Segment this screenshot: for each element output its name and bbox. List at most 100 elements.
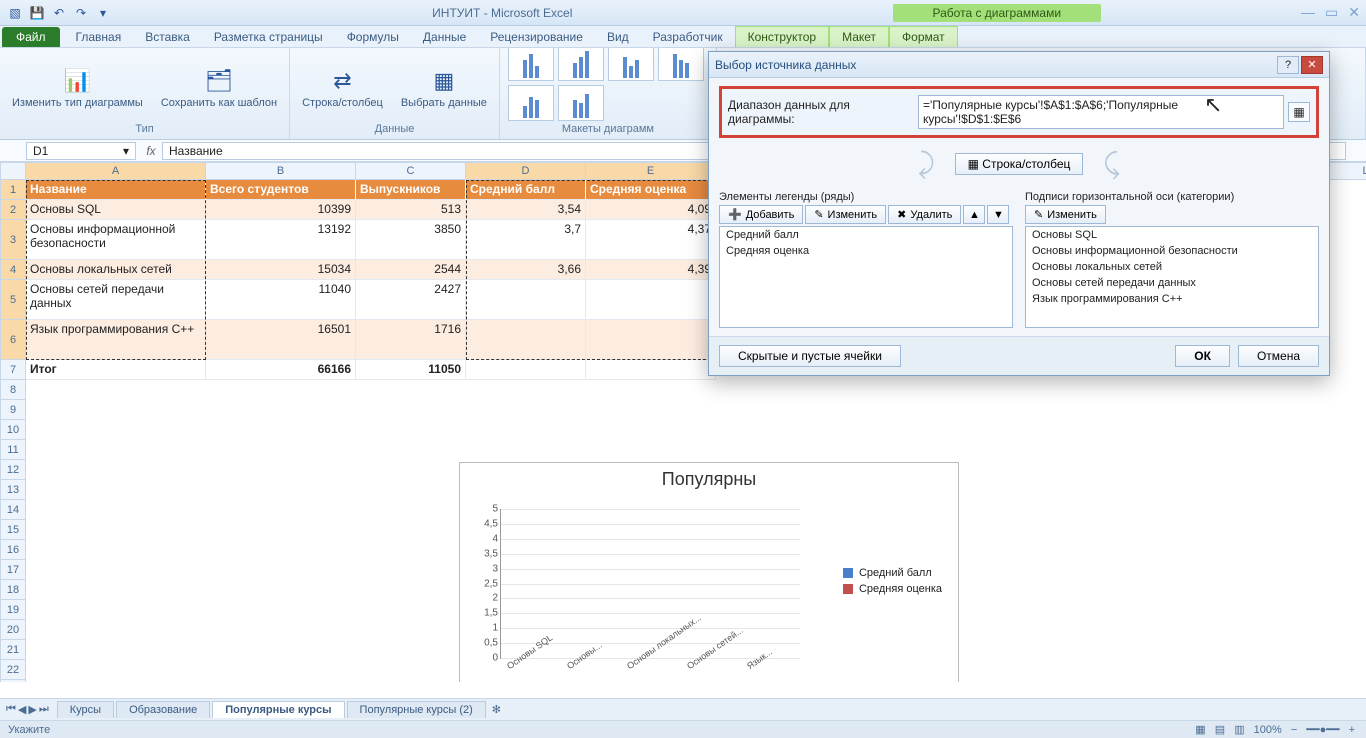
row-header[interactable]: 1 xyxy=(0,180,26,200)
select-data-button[interactable]: ▦Выбрать данные xyxy=(397,63,491,111)
layout-thumb[interactable] xyxy=(508,48,554,81)
close-icon[interactable]: ✕ xyxy=(1348,4,1360,21)
zoom-slider[interactable]: ━━●━━ xyxy=(1306,724,1339,736)
layout-thumb[interactable] xyxy=(658,48,704,81)
column-header[interactable]: C xyxy=(356,162,466,180)
list-item[interactable]: Средний балл xyxy=(720,227,1012,243)
next-sheet-icon[interactable]: ▶ xyxy=(28,703,36,716)
zoom-out-icon[interactable]: − xyxy=(1291,724,1297,736)
column-header[interactable]: B xyxy=(206,162,356,180)
table-cell[interactable]: 66166 xyxy=(206,360,356,380)
fx-icon[interactable]: fx xyxy=(140,144,162,158)
tab-design[interactable]: Конструктор xyxy=(735,26,829,47)
row-header[interactable]: 23 xyxy=(0,680,26,682)
table-cell[interactable]: 15034 xyxy=(206,260,356,280)
legend-entries-list[interactable]: Средний баллСредняя оценка xyxy=(719,226,1013,328)
table-header-cell[interactable]: Всего студентов xyxy=(206,180,356,200)
table-cell[interactable]: 13192 xyxy=(206,220,356,260)
row-header[interactable]: 5 xyxy=(0,280,26,320)
dialog-help-icon[interactable]: ? xyxy=(1277,56,1299,74)
tab-format[interactable]: Формат xyxy=(889,26,958,47)
select-all-corner[interactable] xyxy=(0,162,26,180)
row-header[interactable]: 9 xyxy=(0,400,26,420)
tab-view[interactable]: Вид xyxy=(595,27,641,47)
change-chart-type-button[interactable]: 📊Изменить тип диаграммы xyxy=(8,63,147,111)
row-header[interactable]: 17 xyxy=(0,560,26,580)
sheet-tab[interactable]: Образование xyxy=(116,701,210,718)
row-header[interactable]: 8 xyxy=(0,380,26,400)
normal-view-icon[interactable]: ▦ xyxy=(1195,724,1205,736)
column-header[interactable]: D xyxy=(466,162,586,180)
table-header-cell[interactable]: Выпускников xyxy=(356,180,466,200)
chart-layout-gallery[interactable] xyxy=(508,48,708,121)
table-cell[interactable]: Итог xyxy=(26,360,206,380)
tab-home[interactable]: Главная xyxy=(64,27,134,47)
hidden-empty-cells-button[interactable]: Скрытые и пустые ячейки xyxy=(719,345,901,367)
undo-icon[interactable]: ↶ xyxy=(50,4,68,22)
edit-series-button[interactable]: ✎Изменить xyxy=(805,205,886,224)
tab-insert[interactable]: Вставка xyxy=(133,27,202,47)
last-sheet-icon[interactable]: ⏭ xyxy=(39,703,49,716)
list-item[interactable]: Основы локальных сетей xyxy=(1026,259,1318,275)
qat-dropdown-icon[interactable]: ▾ xyxy=(94,4,112,22)
layout-thumb[interactable] xyxy=(558,48,604,81)
save-template-button[interactable]: 🗂Сохранить как шаблон xyxy=(157,63,281,111)
table-cell[interactable]: 2544 xyxy=(356,260,466,280)
table-cell[interactable]: 513 xyxy=(356,200,466,220)
row-header[interactable]: 15 xyxy=(0,520,26,540)
tab-developer[interactable]: Разработчик xyxy=(641,27,735,47)
row-header[interactable]: 7 xyxy=(0,360,26,380)
zoom-in-icon[interactable]: + xyxy=(1349,724,1355,736)
range-picker-icon[interactable]: ▦ xyxy=(1288,102,1310,122)
tab-page-layout[interactable]: Разметка страницы xyxy=(202,27,335,47)
table-cell[interactable]: 11040 xyxy=(206,280,356,320)
list-item[interactable]: Средняя оценка xyxy=(720,243,1012,259)
table-cell[interactable]: 10399 xyxy=(206,200,356,220)
dropdown-icon[interactable]: ▾ xyxy=(123,144,129,158)
sheet-nav[interactable]: ⏮◀▶⏭ xyxy=(0,703,55,716)
new-sheet-icon[interactable]: ✻ xyxy=(492,703,501,716)
add-series-button[interactable]: ➕Добавить xyxy=(719,205,803,224)
switch-row-column-button[interactable]: ⇄Строка/столбец xyxy=(298,63,387,111)
row-header[interactable]: 18 xyxy=(0,580,26,600)
zoom-level[interactable]: 100% xyxy=(1254,724,1282,736)
tab-data[interactable]: Данные xyxy=(411,27,478,47)
page-break-view-icon[interactable]: ▥ xyxy=(1234,724,1244,736)
minimize-icon[interactable]: ― xyxy=(1301,4,1315,21)
tab-layout[interactable]: Макет xyxy=(829,26,889,47)
cancel-button[interactable]: Отмена xyxy=(1238,345,1319,367)
range-input[interactable]: ='Популярные курсы'!$A$1:$A$6;'Популярны… xyxy=(918,95,1284,129)
row-header[interactable]: 2 xyxy=(0,200,26,220)
sheet-tab[interactable]: Популярные курсы (2) xyxy=(347,701,486,718)
prev-sheet-icon[interactable]: ◀ xyxy=(18,703,26,716)
table-cell[interactable]: 1716 xyxy=(356,320,466,360)
list-item[interactable]: Основы информационной безопасности xyxy=(1026,243,1318,259)
first-sheet-icon[interactable]: ⏮ xyxy=(6,703,16,716)
row-header[interactable]: 14 xyxy=(0,500,26,520)
row-header[interactable]: 12 xyxy=(0,460,26,480)
table-cell[interactable] xyxy=(586,360,716,380)
table-cell[interactable]: 2427 xyxy=(356,280,466,320)
sheet-tab[interactable]: Популярные курсы xyxy=(212,701,344,718)
row-header[interactable]: 11 xyxy=(0,440,26,460)
edit-axis-labels-button[interactable]: ✎Изменить xyxy=(1025,205,1106,224)
switch-row-column-dialog-button[interactable]: ▦ Строка/столбец xyxy=(955,153,1084,175)
row-header[interactable]: 21 xyxy=(0,640,26,660)
column-header[interactable]: E xyxy=(586,162,716,180)
remove-series-button[interactable]: ✖Удалить xyxy=(888,205,961,224)
table-cell[interactable]: 16501 xyxy=(206,320,356,360)
row-header[interactable]: 16 xyxy=(0,540,26,560)
save-icon[interactable]: 💾 xyxy=(28,4,46,22)
layout-thumb[interactable] xyxy=(558,85,604,121)
page-layout-view-icon[interactable]: ▤ xyxy=(1215,724,1225,736)
file-tab[interactable]: Файл xyxy=(2,27,60,47)
move-up-button[interactable]: ▲ xyxy=(963,205,985,224)
name-box[interactable]: D1▾ xyxy=(26,142,136,160)
tab-review[interactable]: Рецензирование xyxy=(478,27,595,47)
move-down-button[interactable]: ▼ xyxy=(987,205,1009,224)
sheet-tab[interactable]: Курсы xyxy=(57,701,114,718)
table-cell[interactable] xyxy=(466,360,586,380)
axis-labels-list[interactable]: Основы SQLОсновы информационной безопасн… xyxy=(1025,226,1319,328)
redo-icon[interactable]: ↷ xyxy=(72,4,90,22)
row-header[interactable]: 22 xyxy=(0,660,26,680)
